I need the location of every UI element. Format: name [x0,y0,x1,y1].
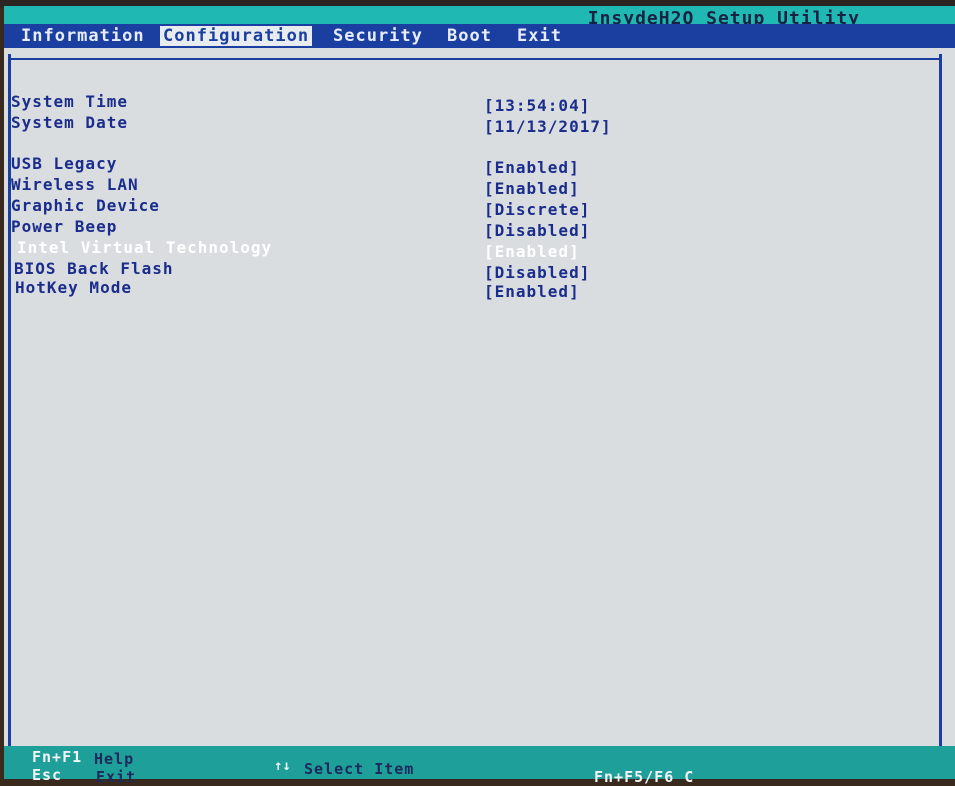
setting-label: System Date [11,113,128,132]
setting-system-time[interactable]: System Time [13:54:04] [11,92,931,115]
tab-boot[interactable]: Boot [444,26,495,46]
setting-power-beep[interactable]: Power Beep [Disabled] [11,217,931,240]
setting-label: USB Legacy [11,154,118,173]
menu-bar: Information Configuration Security Boot … [4,24,955,48]
tab-configuration[interactable]: Configuration [160,26,313,46]
fn-key-partial: Fn+F5/F6 C [594,768,695,786]
help-label: Help [94,750,135,768]
tab-information[interactable]: Information [18,26,148,46]
esc-key: Esc [32,766,63,784]
setting-hotkey-mode[interactable]: HotKey Mode [Enabled] [11,278,931,301]
setting-graphic-device[interactable]: Graphic Device [Discrete] [11,196,931,219]
setting-label: HotKey Mode [15,278,132,297]
setting-label: BIOS Back Flash [14,259,174,278]
setting-value[interactable]: [11/13/2017] [484,117,612,136]
settings-panel: System Time [13:54:04] System Date [11/1… [8,54,942,754]
tab-security[interactable]: Security [330,26,426,46]
up-down-arrows-icon: ↑↓ [274,758,291,774]
setting-label: System Time [11,92,128,111]
setting-label: Power Beep [11,217,118,236]
tab-exit[interactable]: Exit [514,26,565,46]
setting-label: Wireless LAN [11,175,139,194]
bios-screen: InsydeH2O Setup Utility Information Conf… [4,6,955,786]
setting-label: Graphic Device [11,196,160,215]
setting-bios-back-flash[interactable]: BIOS Back Flash [Disabled] [11,259,931,282]
setting-intel-virtual-technology[interactable]: Intel Virtual Technology [Enabled] [11,238,931,261]
select-item-label: Select Item [304,760,415,778]
setting-usb-legacy[interactable]: USB Legacy [Enabled] [11,154,931,177]
setting-system-date[interactable]: System Date [11/13/2017] [11,113,931,136]
setting-value[interactable]: [Enabled] [484,282,580,301]
esc-label: Exit [96,768,137,786]
setting-label: Intel Virtual Technology [17,238,273,257]
help-key: Fn+F1 [32,748,83,766]
panel-divider [11,58,939,60]
key-help-footer: Fn+F1 Help Esc Exit ↑↓ Select Item Fn+F5… [4,746,955,786]
setting-wireless-lan[interactable]: Wireless LAN [Enabled] [11,175,931,198]
